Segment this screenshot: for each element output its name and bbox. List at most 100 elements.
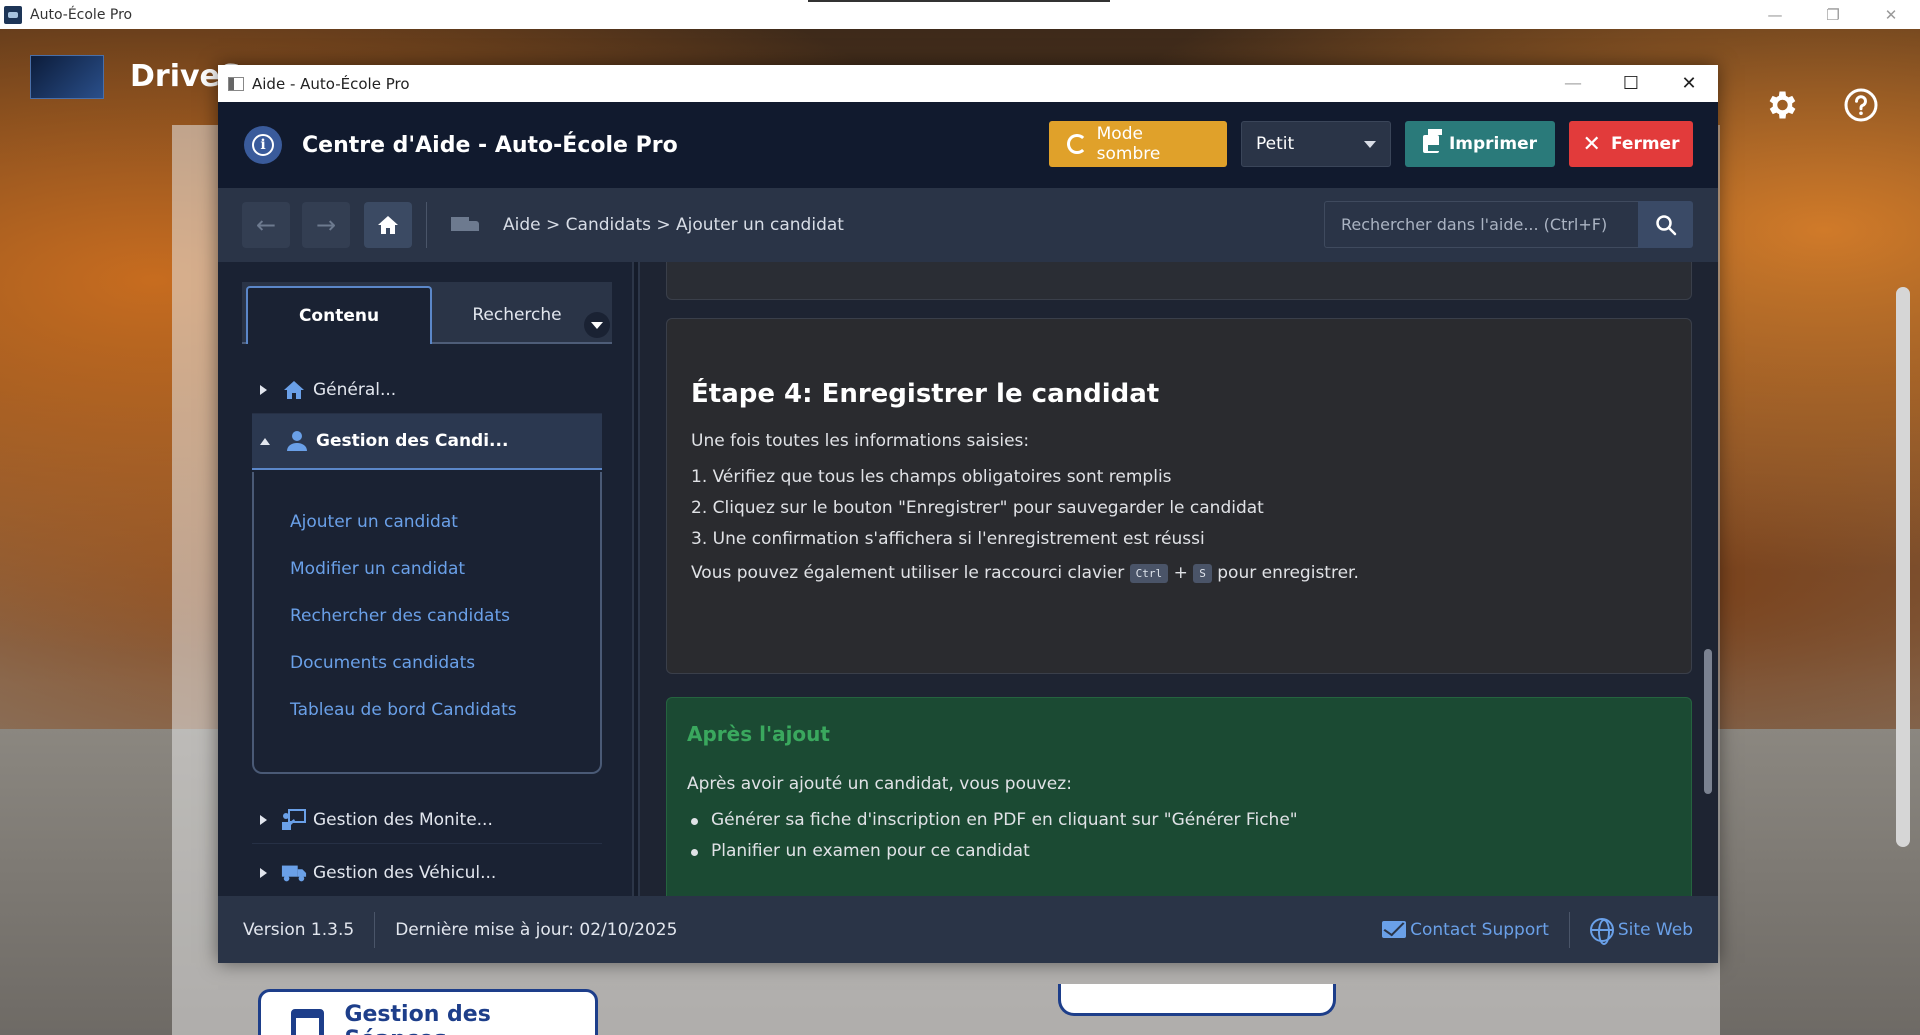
tree-item-label: Général... [313, 380, 397, 400]
arrow-right-icon: → [315, 211, 337, 239]
arrow-left-icon: ← [255, 211, 277, 239]
sidebar-link-search-candidates[interactable]: Rechercher des candidats [290, 606, 510, 626]
print-button[interactable]: Imprimer [1405, 121, 1555, 167]
tab-recherche[interactable]: Recherche [452, 286, 582, 344]
after-list: Générer sa fiche d'inscription en PDF en… [687, 810, 1671, 861]
list-item: 1. Vérifiez que tous les champs obligato… [691, 467, 1172, 487]
step-card: Étape 4: Enregistrer le candidat Une foi… [666, 318, 1692, 674]
person-icon [284, 430, 310, 452]
close-button[interactable]: ✕ Fermer [1569, 121, 1693, 167]
calendar-icon [291, 1008, 325, 1035]
background-button[interactable] [1058, 984, 1336, 1016]
divider [1568, 911, 1570, 948]
home-icon [281, 379, 307, 401]
search-button[interactable] [1638, 201, 1693, 248]
expand-arrow-icon [260, 385, 267, 395]
step-intro: Une fois toutes les informations saisies… [691, 431, 1030, 451]
window-icon [228, 76, 244, 91]
after-intro: Après avoir ajouté un candidat, vous pou… [687, 774, 1072, 794]
list-item: Planifier un examen pour ce candidat [687, 841, 1671, 861]
sidebar-link-candidate-dashboard[interactable]: Tableau de bord Candidats [290, 700, 517, 720]
sessions-card[interactable]: Gestion des Séances [258, 989, 598, 1035]
tab-contenu[interactable]: Contenu [246, 286, 432, 344]
kbd-s: S [1193, 563, 1212, 583]
tree-item-label: Gestion des Monite... [313, 810, 493, 830]
app-icon [4, 5, 22, 24]
list-item: Générer sa fiche d'inscription en PDF en… [687, 810, 1671, 830]
kbd-ctrl: Ctrl [1129, 563, 1169, 583]
close-icon: ✕ [1582, 131, 1601, 157]
help-dialog: Aide - Auto-École Pro — ☐ ✕ i Centre d'A… [218, 65, 1718, 963]
settings-gear-icon[interactable] [1763, 87, 1799, 123]
page-title: Centre d'Aide - Auto-École Pro [302, 132, 678, 158]
dialog-window-title: Aide - Auto-École Pro [252, 74, 410, 93]
list-item: 2. Cliquez sur le bouton "Enregistrer" p… [691, 498, 1264, 518]
instructor-icon [281, 809, 307, 831]
shortcut-plus: + [1173, 563, 1188, 583]
divider [426, 202, 427, 248]
help-sidebar: Contenu Recherche Général... Gestion des… [218, 262, 632, 896]
step-list: 1. Vérifiez que tous les champs obligato… [691, 467, 1667, 549]
print-label: Imprimer [1448, 134, 1537, 154]
chevron-down-icon [1364, 140, 1376, 148]
after-add-card: Après l'ajout Après avoir ajouté un cand… [666, 697, 1692, 896]
dark-mode-button[interactable]: Mode sombre [1049, 121, 1227, 167]
tree-item-moniteurs[interactable]: Gestion des Monite... [252, 797, 602, 843]
taskbar-strip [808, 0, 1110, 2]
truck-icon [281, 862, 307, 884]
minimize-icon[interactable]: — [1544, 65, 1602, 102]
shortcut-text: Vous pouvez également utiliser le raccou… [691, 563, 1667, 583]
after-title: Après l'ajout [687, 722, 830, 746]
sidebar-tabs: Contenu Recherche [242, 282, 612, 344]
collapse-arrow-icon [260, 437, 270, 445]
tree-item-general[interactable]: Général... [252, 367, 602, 413]
search-input[interactable]: Rechercher dans l'aide... (Ctrl+F) [1324, 201, 1638, 248]
minimize-icon[interactable]: — [1746, 0, 1804, 29]
tabs-dropdown-button[interactable] [584, 312, 610, 338]
version-text: Version 1.3.5 [243, 919, 355, 940]
sidebar-link-add-candidate[interactable]: Ajouter un candidat [290, 512, 458, 532]
restore-icon[interactable]: ❐ [1804, 0, 1862, 29]
dialog-titlebar: Aide - Auto-École Pro — ☐ ✕ [218, 65, 1718, 102]
back-button[interactable]: ← [242, 202, 290, 248]
home-icon [378, 216, 398, 234]
shortcut-text-after: pour enregistrer. [1217, 563, 1359, 583]
tree-item-vehicules[interactable]: Gestion des Véhicul... [252, 850, 602, 896]
forward-button[interactable]: → [302, 202, 350, 248]
contact-support-link[interactable]: Contact Support [1382, 920, 1549, 940]
sidebar-link-edit-candidate[interactable]: Modifier un candidat [290, 559, 465, 579]
maximize-icon[interactable]: ☐ [1602, 65, 1660, 102]
tree-item-label: Gestion des Candi... [316, 431, 509, 451]
dark-mode-label: Mode sombre [1096, 124, 1161, 164]
info-icon: i [244, 126, 282, 164]
home-button[interactable] [364, 202, 412, 248]
font-size-value: Petit [1256, 134, 1295, 154]
search-icon [1655, 214, 1676, 235]
globe-icon [1589, 917, 1614, 945]
candidats-submenu: Ajouter un candidat Modifier un candidat… [252, 472, 602, 774]
close-icon[interactable]: ✕ [1660, 65, 1718, 102]
breadcrumb: Aide > Candidats > Ajouter un candidat [503, 215, 844, 235]
background-window-titlebar: Auto-École Pro — ❐ ✕ [0, 0, 1920, 29]
close-icon[interactable]: ✕ [1862, 0, 1920, 29]
divider [374, 911, 376, 948]
brand-logo [30, 55, 104, 99]
shortcut-text-before: Vous pouvez également utiliser le raccou… [691, 563, 1125, 583]
background-scrollbar[interactable] [1896, 287, 1910, 847]
expand-arrow-icon [260, 868, 267, 878]
printer-icon [1423, 129, 1442, 153]
contact-support-label: Contact Support [1410, 919, 1549, 940]
tree-item-candidats[interactable]: Gestion des Candi... [252, 414, 602, 470]
help-content: Étape 4: Enregistrer le candidat Une foi… [640, 262, 1718, 896]
truck-icon [451, 215, 481, 235]
dialog-header: i Centre d'Aide - Auto-École Pro Mode so… [218, 102, 1718, 188]
website-link[interactable]: Site Web [1589, 917, 1693, 945]
sidebar-link-candidate-documents[interactable]: Documents candidats [290, 653, 475, 673]
splitter-handle[interactable] [632, 262, 640, 896]
mail-icon [1382, 921, 1407, 938]
website-label: Site Web [1617, 919, 1693, 940]
help-circle-icon[interactable] [1843, 87, 1879, 123]
dialog-footer: Version 1.3.5 Dernière mise à jour: 02/1… [218, 896, 1718, 963]
font-size-select[interactable]: Petit [1241, 121, 1391, 167]
content-scrollbar[interactable] [1704, 649, 1712, 794]
